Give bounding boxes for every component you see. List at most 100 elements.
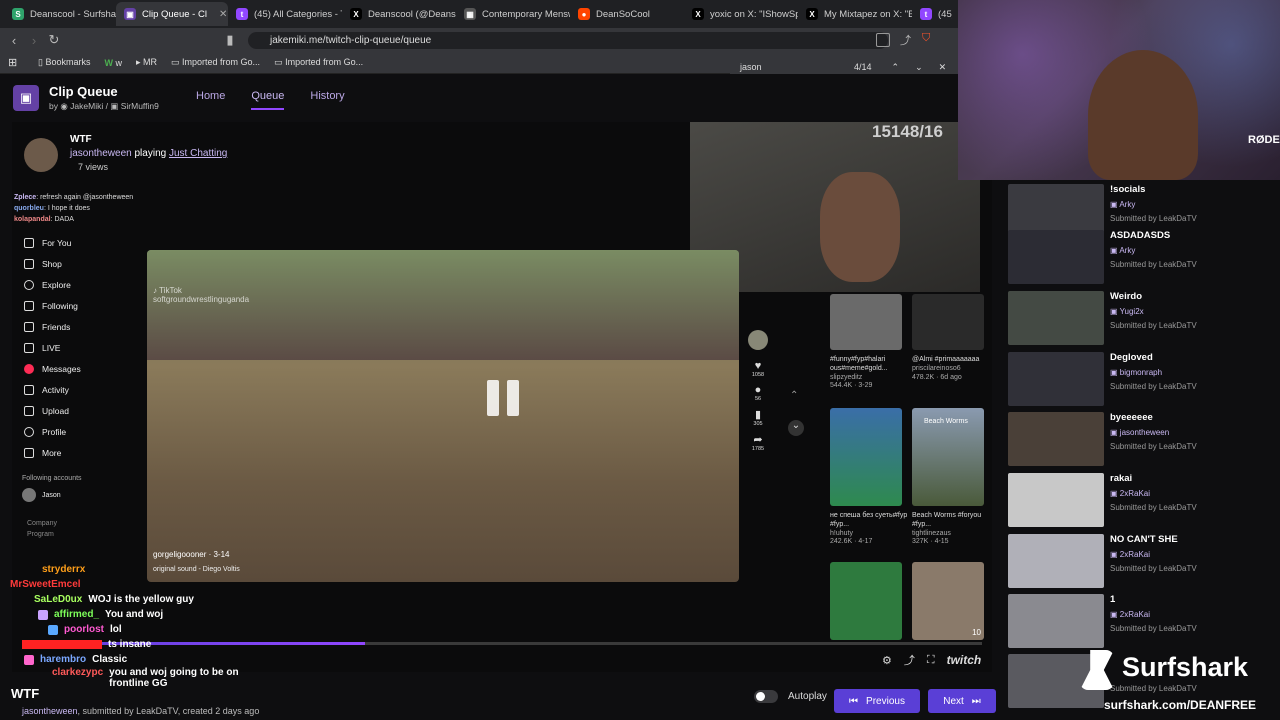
twitch-icon: ▣ — [1110, 307, 1118, 316]
sponsor-overlay: Surfshark surfshark.com/DEANFREE — [1080, 650, 1280, 720]
player-controls: ⚙ ⤴ ⛶ twitch — [882, 652, 981, 668]
browser-tab[interactable]: t(45) All Categories - Tw — [228, 2, 342, 26]
bookmark-folder[interactable]: ▭ Imported from Go... — [274, 57, 363, 68]
browser-tab[interactable]: ▦Contemporary Menswe — [456, 2, 570, 26]
grid-thumb[interactable] — [830, 408, 902, 506]
find-close-icon[interactable]: ✕ — [939, 62, 947, 73]
clip-queue-app: ▣ Clip Queue by ◉ JakeMiki / ▣ SirMuffin… — [0, 74, 1000, 720]
tt-nav-friends[interactable]: Friends — [12, 316, 132, 337]
tt-nav-explore[interactable]: Explore — [12, 274, 132, 295]
tiktok-video[interactable]: ♪ TikTok softgroundwrestlinguganda gorgel… — [147, 250, 739, 582]
brave-shield-icon[interactable]: ⛉ — [922, 32, 930, 45]
footer-link[interactable]: Program — [27, 531, 132, 538]
twitch-icon: ▣ — [1110, 610, 1118, 619]
find-input[interactable]: jason — [740, 62, 850, 72]
autoplay-switch[interactable] — [754, 690, 778, 703]
queue-item[interactable]: rakai ▣ 2xRaKai Submitted by LeakDaTV — [1006, 471, 1276, 529]
grid-thumb[interactable] — [830, 562, 902, 640]
following-account-item[interactable]: Jason — [22, 488, 132, 502]
previous-icon: ⏮ — [849, 695, 859, 707]
live-icon — [24, 342, 34, 353]
tab-favicon-icon: ▦ — [464, 8, 476, 20]
browser-tab[interactable]: ● DeanSoCool — [570, 2, 684, 26]
tt-nav-live[interactable]: LIVE — [12, 337, 132, 358]
tt-nav-following[interactable]: Following — [12, 295, 132, 316]
grid-thumb[interactable]: Beach Worms — [912, 408, 984, 506]
chat-line: clarkezypc you and woj going to be on fro… — [52, 667, 239, 689]
queue-thumbnail — [1008, 594, 1104, 648]
stream-header: WTF jasontheween playing Just Chatting 7… — [22, 132, 442, 182]
streamer-figure — [1088, 50, 1198, 180]
browser-tab[interactable]: X Deanscool (@Deans — [342, 2, 456, 26]
browser-tab[interactable]: S Deanscool - Surfshark — [4, 2, 116, 26]
fullscreen-icon[interactable]: ⛶ — [927, 654, 935, 667]
browser-tab[interactable]: t(45) K — [912, 2, 952, 26]
grid-thumb[interactable] — [830, 294, 902, 350]
tt-nav-upload[interactable]: Upload — [12, 400, 132, 421]
reload-icon[interactable]: ↻ — [44, 32, 64, 48]
find-next-icon[interactable]: ⌄ — [915, 62, 923, 73]
forward-icon[interactable]: › — [24, 33, 44, 48]
url-bar[interactable]: jakemiki.me/twitch-clip-queue/queue — [248, 32, 888, 49]
bookmark-folder[interactable]: ▭ Imported from Go... — [171, 57, 260, 68]
apps-grid-icon[interactable]: ⊞ — [8, 56, 17, 69]
bookmark-item[interactable]: ▸ MR — [136, 57, 157, 68]
grid-thumb[interactable]: 10 — [912, 562, 984, 640]
bookmark-item[interactable]: W w — [104, 58, 122, 68]
github-icon: ◉ — [60, 101, 68, 111]
tt-nav-profile[interactable]: Profile — [12, 421, 132, 442]
close-tab-icon[interactable]: ✕ — [219, 9, 227, 20]
save-icon[interactable]: ▮ — [748, 408, 768, 421]
queue-item[interactable]: byeeeeee ▣ jasontheween Submitted by LeakD… — [1006, 410, 1276, 468]
like-icon[interactable]: ♥ — [748, 360, 768, 372]
share-icon[interactable]: ⤴ — [904, 652, 915, 668]
chat-line: poorlost lol — [48, 622, 342, 637]
find-prev-icon[interactable]: ⌃ — [892, 62, 900, 73]
tt-nav-activity[interactable]: Activity — [12, 379, 132, 400]
queue-item[interactable]: NO CAN'T SHE ▣ 2xRaKai Submitted by LeakDa… — [1006, 532, 1276, 590]
pause-icon[interactable] — [487, 380, 527, 420]
browser-tab-active[interactable]: ▣ Clip Queue - Cl ✕ — [116, 2, 228, 26]
creator-avatar[interactable] — [748, 330, 768, 350]
tt-nav-messages[interactable]: Messages — [12, 358, 132, 379]
browser-tab[interactable]: X My Mixtapez on X: "Be — [798, 2, 912, 26]
brand: ▣ Clip Queue by ◉ JakeMiki / ▣ SirMuffin… — [13, 84, 159, 112]
share-icon[interactable]: ⤴ — [900, 32, 911, 48]
extension-icon[interactable] — [876, 33, 890, 47]
autoplay-toggle[interactable]: Autoplay — [754, 690, 827, 703]
following-accounts-label: Following accounts — [22, 475, 82, 482]
nav-home[interactable]: Home — [196, 90, 225, 110]
tt-nav-foryou[interactable]: For You — [12, 232, 132, 253]
previous-button[interactable]: ⏮ Previous — [834, 689, 920, 713]
comment-icon[interactable]: ● — [748, 384, 768, 396]
back-icon[interactable]: ‹ — [4, 33, 24, 48]
tt-nav-more[interactable]: More — [12, 442, 132, 463]
chat-line: ts insane — [22, 637, 342, 652]
footer-link[interactable]: Company — [27, 520, 132, 527]
queue-item[interactable]: ASDADASDS ▣ Arky Submitted by LeakDaTV — [1006, 228, 1276, 286]
twitch-logo[interactable]: twitch — [947, 653, 982, 667]
chat-line: stryderrx — [42, 564, 86, 575]
queue-item[interactable]: Weirdo ▣ Yugi2x Submitted by LeakDaTV — [1006, 289, 1276, 347]
stream-title: WTF — [70, 134, 92, 145]
bookmark-icon[interactable]: ▮ — [220, 32, 240, 48]
nav-queue[interactable]: Queue — [251, 90, 285, 110]
next-button[interactable]: Next ⏭ — [928, 689, 996, 713]
settings-icon[interactable]: ⚙ — [882, 654, 892, 667]
twitch-icon: ▣ — [1110, 200, 1118, 209]
share-icon[interactable]: ➦ — [748, 433, 768, 446]
scroll-down-icon[interactable]: ⌄ — [788, 420, 804, 436]
bookmark-item[interactable]: ▯ Bookmarks — [38, 57, 90, 68]
nav-history[interactable]: History — [310, 90, 344, 110]
tt-nav-shop[interactable]: Shop — [12, 253, 132, 274]
avatar — [22, 488, 36, 502]
queue-item[interactable]: 1 ▣ 2xRaKai Submitted by LeakDaTV — [1006, 592, 1276, 650]
scroll-up-icon[interactable]: ⌃ — [790, 390, 798, 401]
queue-thumbnail — [1008, 230, 1104, 284]
browser-tab[interactable]: Xyoxic on X: "IShowSpe — [684, 2, 798, 26]
tab-favicon-icon: t — [920, 8, 932, 20]
surfshark-logo-icon — [1080, 650, 1114, 690]
messages-icon — [24, 363, 34, 374]
queue-item[interactable]: Degloved ▣ bigmonraph Submitted by LeakDaT… — [1006, 350, 1276, 408]
grid-thumb[interactable] — [912, 294, 984, 350]
